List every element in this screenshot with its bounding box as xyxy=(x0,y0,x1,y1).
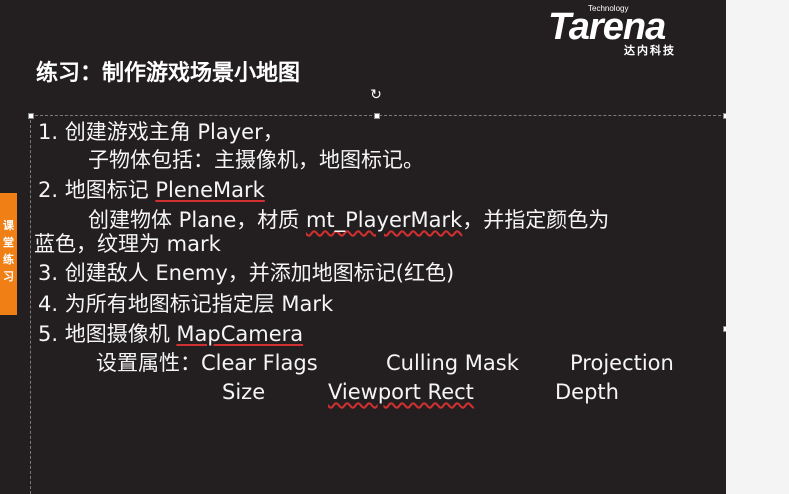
tarena-logo: Tarena Technology 达内科技 xyxy=(548,4,708,57)
line-1: 1. 创建游戏主角 Player， xyxy=(38,120,284,144)
line-2-sub-text: 创建物体 Plane，材质 xyxy=(88,208,306,232)
slide-title: 练习：制作游戏场景小地图 xyxy=(36,61,301,86)
property-depth: Depth xyxy=(555,380,619,404)
slide-canvas: Tarena Technology 达内科技 练习：制作游戏场景小地图 ↻ 1.… xyxy=(0,0,729,494)
property-size: Size xyxy=(222,380,266,404)
logo-technology-text: Technology xyxy=(588,4,629,13)
logo-chinese-text: 达内科技 xyxy=(624,44,676,57)
property-viewport-rect: Viewport Rect xyxy=(328,380,474,404)
classroom-practice-tab[interactable]: 课堂练习 xyxy=(0,193,17,315)
line-2: 2. 地图标记 PleneMark xyxy=(38,176,265,204)
property-projection: Projection xyxy=(570,351,674,375)
line-5: 5. 地图摄像机 MapCamera xyxy=(38,320,303,348)
right-panel xyxy=(726,0,789,494)
plenemark-term: PleneMark xyxy=(155,178,265,202)
material-term: mt_PlayerMark xyxy=(305,208,463,232)
resize-handle-top-left[interactable] xyxy=(28,113,34,119)
line-4: 4. 为所有地图标记指定层 Mark xyxy=(38,292,334,316)
line-1-sub: 子物体包括：主摄像机，地图标记。 xyxy=(88,148,424,172)
line-5-text: 5. 地图摄像机 xyxy=(38,322,177,346)
property-culling-mask: Culling Mask xyxy=(386,351,519,375)
side-tab-label: 课堂练习 xyxy=(3,219,14,283)
line-2-text: 2. 地图标记 xyxy=(38,178,156,202)
line-3: 3. 创建敌人 Enemy，并添加地图标记(红色) xyxy=(38,261,455,285)
line-2-sub-end: ，并指定颜色为 xyxy=(462,208,610,232)
property-clear-flags: 设置属性：Clear Flags xyxy=(96,351,318,375)
line-2-sub-cont: 蓝色，纹理为 mark xyxy=(34,232,221,256)
rotate-handle-icon[interactable]: ↻ xyxy=(369,88,383,102)
mapcamera-term: MapCamera xyxy=(176,322,304,346)
resize-handle-top-middle[interactable] xyxy=(374,113,380,119)
